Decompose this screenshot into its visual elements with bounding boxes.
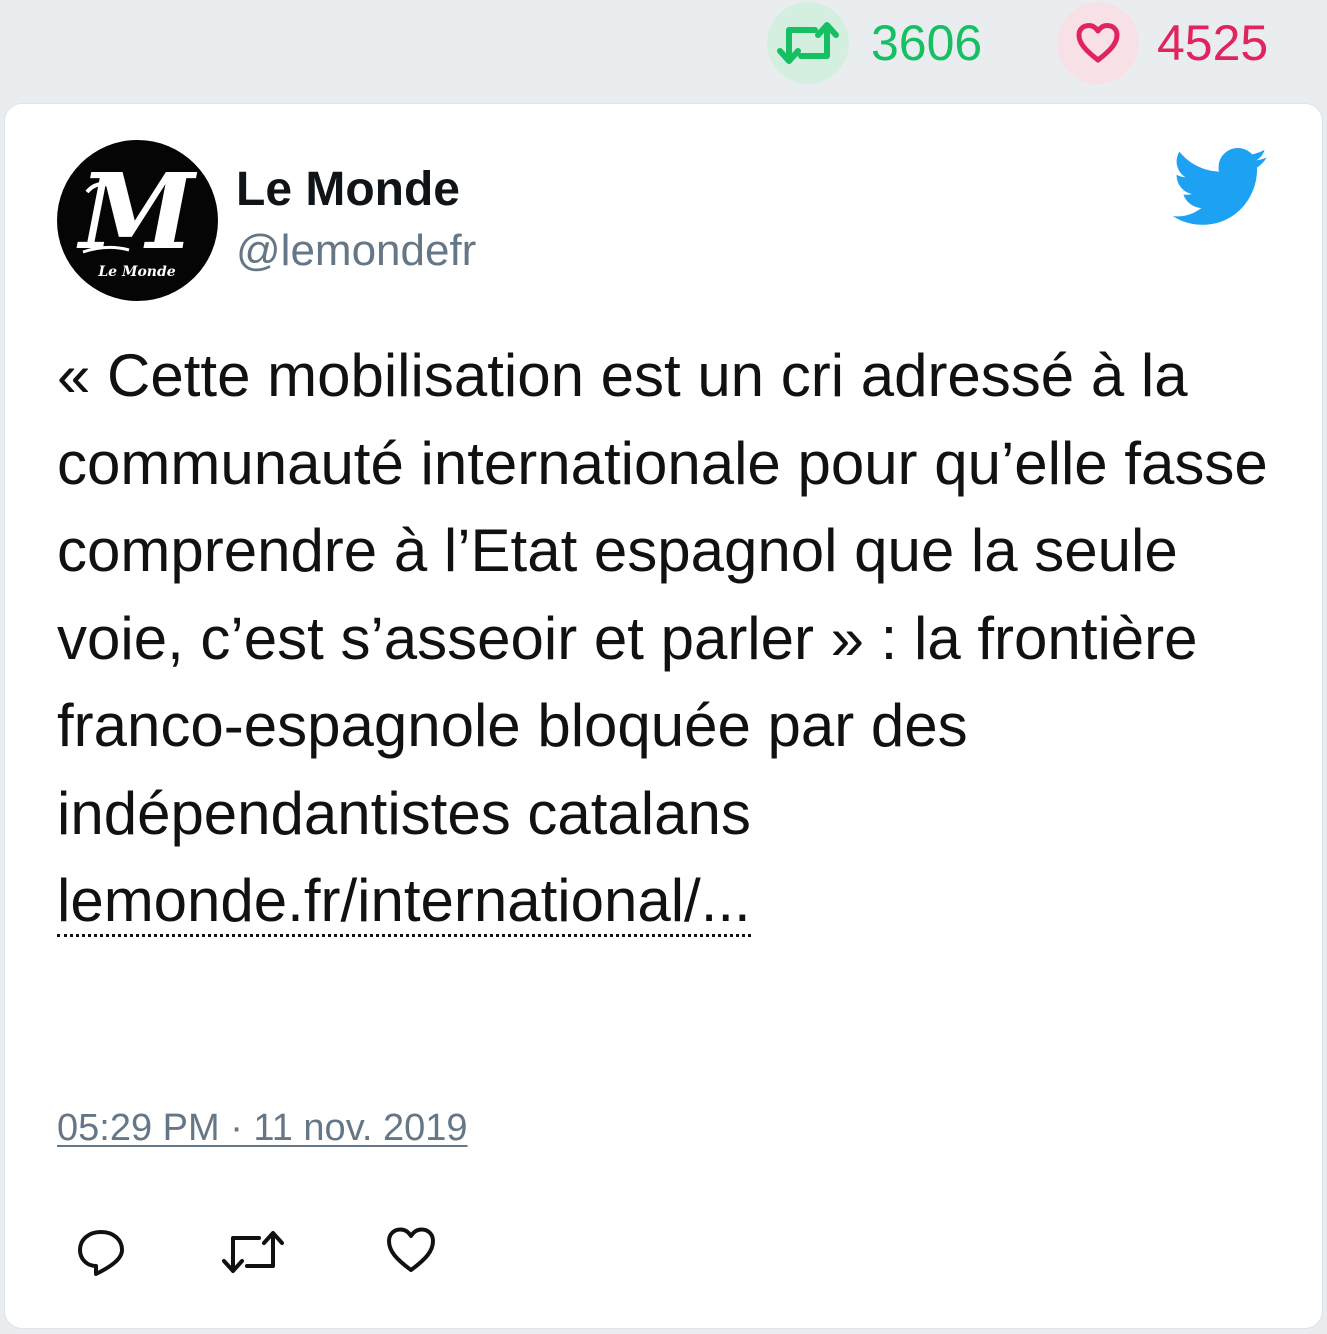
avatar-wordmark: Le Monde: [97, 264, 175, 280]
like-count: 4525: [1157, 15, 1269, 71]
display-name[interactable]: Le Monde: [236, 166, 460, 214]
reply-icon[interactable]: [75, 1226, 127, 1283]
tweet-timestamp[interactable]: 05:29 PM · 11 nov. 2019: [57, 1109, 468, 1147]
retweet-icon[interactable]: [221, 1226, 285, 1283]
retweet-icon: [767, 2, 849, 84]
retweet-count: 3606: [871, 15, 983, 71]
avatar[interactable]: M Le Monde: [57, 140, 218, 301]
tweet-card: M Le Monde Le Monde @lemondefr « Cette m…: [4, 103, 1323, 1329]
retweet-stat[interactable]: 3606: [767, 2, 982, 84]
article-link[interactable]: lemonde.fr/international/...: [57, 867, 751, 937]
engagement-stats: 3606 4525: [0, 0, 1327, 100]
like-stat[interactable]: 4525: [1057, 2, 1268, 84]
heart-icon: [1057, 2, 1139, 84]
svg-text:M: M: [76, 150, 197, 273]
user-handle[interactable]: @lemondefr: [236, 229, 476, 273]
tweet-text: « Cette mobilisation est un cri adressé …: [57, 332, 1287, 945]
like-icon[interactable]: [385, 1226, 437, 1279]
tweet-body: « Cette mobilisation est un cri adressé …: [57, 342, 1268, 847]
twitter-bird-icon: [1172, 148, 1269, 231]
